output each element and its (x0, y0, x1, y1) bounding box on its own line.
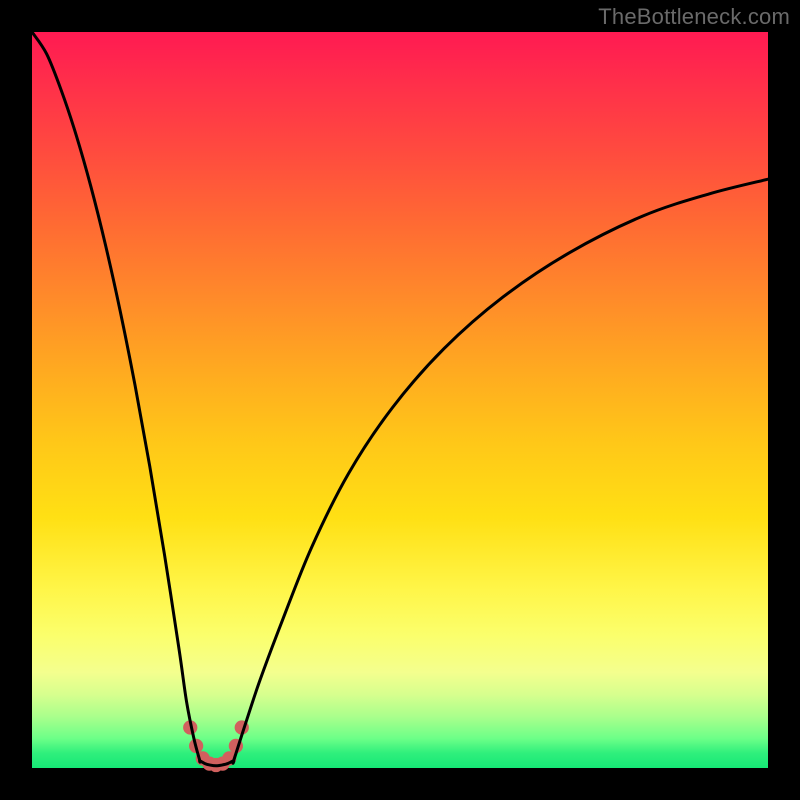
bottleneck-curve (32, 32, 768, 766)
watermark-text: TheBottleneck.com (598, 4, 790, 30)
curve-layer (32, 32, 768, 768)
chart-frame: TheBottleneck.com (0, 0, 800, 800)
plot-area (32, 32, 768, 768)
